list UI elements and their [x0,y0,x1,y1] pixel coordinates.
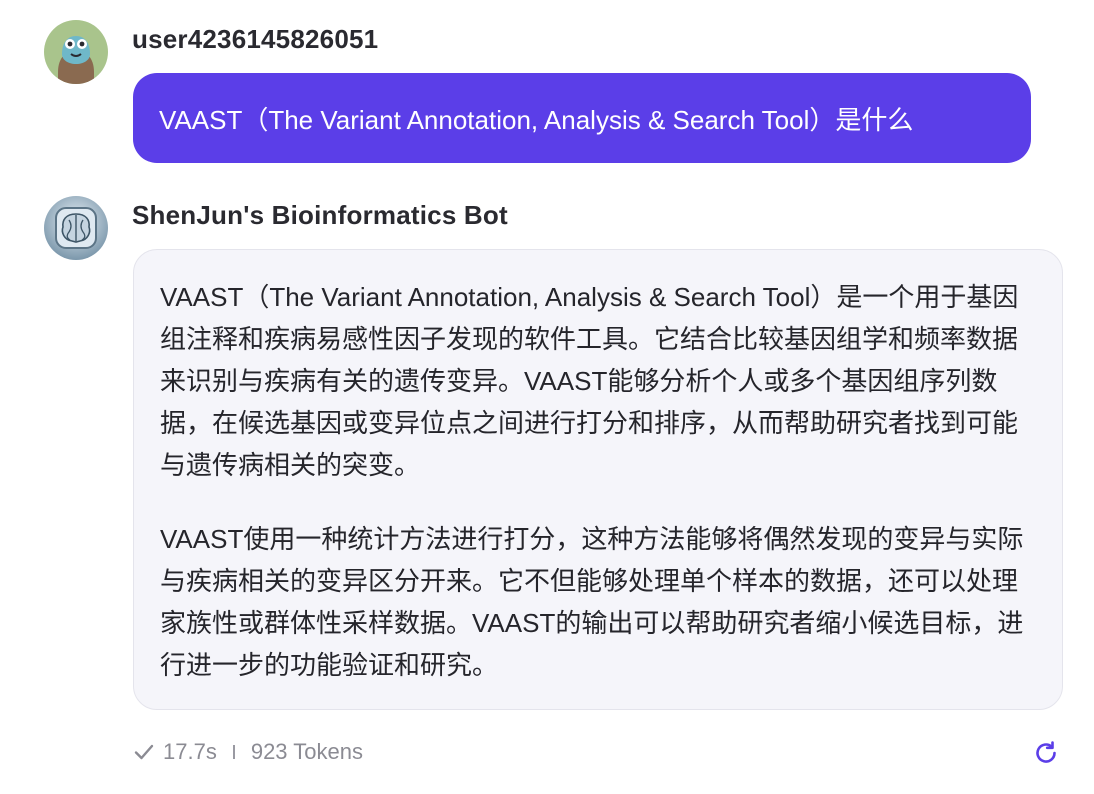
meta-divider [232,745,235,759]
bot-avatar[interactable] [44,196,108,260]
regenerate-icon [1036,741,1056,763]
regenerate-button[interactable] [1032,739,1060,767]
check-icon [133,741,155,763]
user-message-bubble[interactable]: VAAST（The Variant Annotation, Analysis &… [133,73,1031,163]
creature-avatar-icon [44,20,108,84]
bot-paragraph: VAAST使用一种统计方法进行打分，这种方法能够将偶然发现的变异与实际与疾病相关… [160,524,1024,680]
brain-dna-icon [44,196,108,260]
user-message-text: VAAST（The Variant Annotation, Analysis &… [159,104,914,135]
username: user4236145826051 [132,24,379,54]
token-count: 923 Tokens [250,739,363,764]
user-avatar[interactable] [44,20,108,84]
response-time: 17.7s [163,739,217,764]
message-meta: 17.7s 923 Tokens [133,736,363,768]
bot-name: ShenJun's Bioinformatics Bot [132,200,508,230]
bot-paragraph: VAAST（The Variant Annotation, Analysis &… [160,282,1019,480]
bot-message-bubble[interactable]: VAAST（The Variant Annotation, Analysis &… [133,249,1063,710]
